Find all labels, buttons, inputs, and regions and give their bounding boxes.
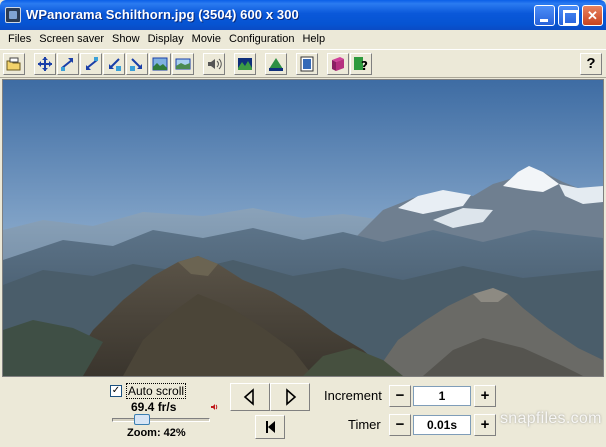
expand-button[interactable] [126,53,148,75]
fit-width-icon [175,58,191,70]
watermark: snapfiles.com [500,410,602,427]
menu-display[interactable]: Display [144,30,188,48]
zoom-in-button[interactable] [57,53,79,75]
fit-width-button[interactable] [172,53,194,75]
menu-show[interactable]: Show [108,30,144,48]
title-bar: WPanorama Schilthorn.jpg (3504) 600 x 30… [0,0,606,30]
menu-movie[interactable]: Movie [188,30,225,48]
frame-rate-readout: 69.4 fr/s [131,400,177,414]
panorama-button[interactable] [234,53,256,75]
shrink-button[interactable] [103,53,125,75]
svg-text:?: ? [361,59,368,72]
window-title: WPanorama Schilthorn.jpg (3504) 600 x 30… [26,7,299,22]
increment-decrease-button[interactable]: − [389,385,411,407]
scroll-left-button[interactable] [230,383,270,411]
fit-height-button[interactable] [149,53,171,75]
panorama-flip-icon [269,58,283,71]
menu-screen-saver[interactable]: Screen saver [35,30,108,48]
fit-height-icon [152,57,168,71]
timer-label: Timer [348,417,381,432]
panorama-flip-button[interactable] [265,53,287,75]
zoom-slider-track[interactable] [112,418,210,422]
help-button[interactable]: ? [580,53,602,75]
zoom-in-icon [61,58,73,71]
close-button[interactable]: ✕ [582,5,603,26]
timer-increase-button[interactable]: + [474,414,496,436]
frame-button[interactable] [296,53,318,75]
increment-value-field[interactable]: 1 [413,386,471,406]
zoom-readout: Zoom: 42% [127,427,186,439]
timer-decrease-button[interactable]: − [389,414,411,436]
app-icon[interactable] [5,7,21,23]
menu-files[interactable]: Files [4,30,35,48]
menu-configuration[interactable]: Configuration [225,30,298,48]
triangle-left-icon [243,388,254,406]
auto-scroll-label[interactable]: Auto scroll [126,383,187,399]
book-icon [332,57,344,71]
open-button[interactable] [3,53,25,75]
toolbar: ? ? [0,49,606,78]
zoom-fit-button[interactable] [34,53,56,75]
skip-back-icon [266,421,275,433]
speaker-icon[interactable] [210,403,218,411]
increment-increase-button[interactable]: + [474,385,496,407]
expand-icon [130,58,142,71]
go-to-start-button[interactable] [255,415,285,439]
sound-button[interactable] [203,53,225,75]
panorama-view[interactable] [2,79,604,377]
zoom-out-button[interactable] [80,53,102,75]
open-icon [6,57,21,71]
panorama-icon [238,58,252,70]
zoom-slider-thumb[interactable] [134,414,151,425]
zoom-out-icon [86,57,98,70]
book-button[interactable] [327,53,349,75]
help-topic-icon: ? [354,57,368,72]
increment-label: Increment [324,388,382,403]
minimize-button[interactable] [534,5,555,26]
frame-icon [300,56,314,72]
help-topic-button[interactable]: ? [350,53,372,75]
menu-bar: Files Screen saver Show Display Movie Co… [0,30,606,48]
timer-value-field[interactable]: 0.01s [413,415,471,435]
scroll-right-button[interactable] [270,383,310,411]
panorama-image[interactable] [3,80,603,376]
menu-help[interactable]: Help [298,30,329,48]
maximize-button[interactable] [558,5,579,26]
auto-scroll-checkbox[interactable]: ✓ [110,385,122,397]
auto-scroll-toggle[interactable]: ✓ Auto scroll [110,383,187,399]
triangle-right-icon [286,388,297,406]
sound-icon [208,58,222,70]
help-icon: ? [586,55,596,72]
shrink-icon [109,58,121,71]
zoom-fit-icon [38,57,52,71]
